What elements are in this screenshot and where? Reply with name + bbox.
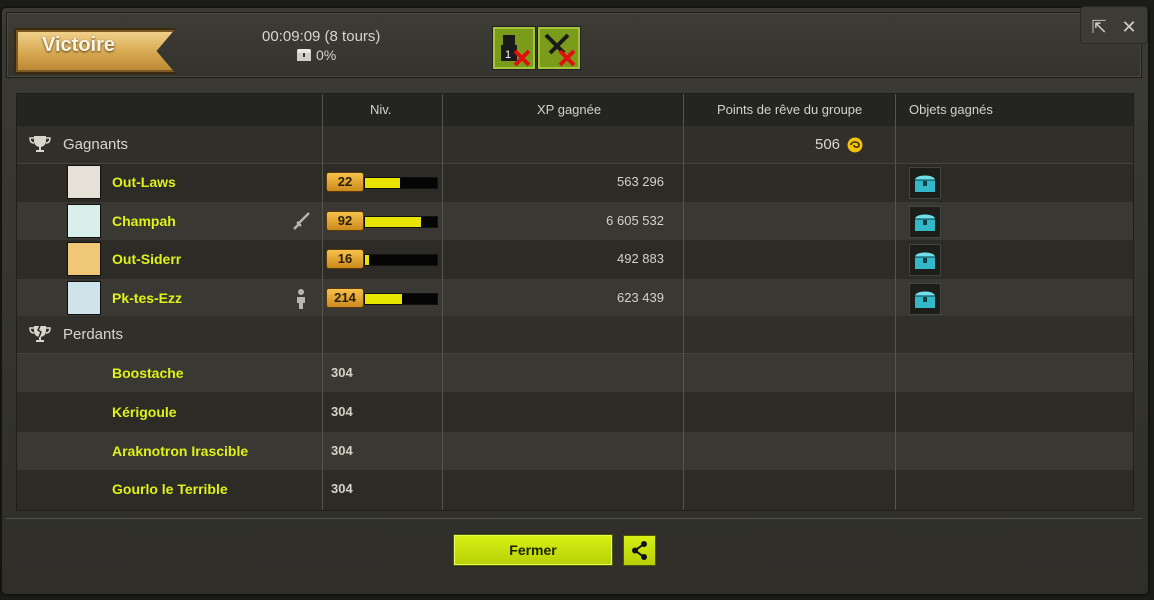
xp-progress-fill	[365, 293, 403, 304]
winners-label: Gagnants	[63, 136, 129, 153]
sword-icon	[293, 211, 310, 230]
chest-icon[interactable]	[909, 167, 941, 199]
chest-icon[interactable]	[909, 205, 941, 238]
player-avatar[interactable]	[67, 203, 101, 238]
xp-gained: 6 605 532	[606, 212, 664, 228]
col-level: Niv.	[370, 102, 392, 117]
column-divider	[683, 94, 684, 510]
level-badge: 92	[326, 210, 364, 231]
player-name[interactable]: Champah	[112, 202, 176, 240]
column-divider	[322, 94, 323, 510]
monster-name[interactable]: Kérigoule	[112, 393, 177, 431]
level-badge: 22	[326, 172, 364, 192]
column-divider	[895, 94, 896, 510]
xp-progress-fill	[365, 255, 370, 265]
monster-level: 304	[331, 403, 353, 419]
monster-name[interactable]: Gourlo le Terrible	[112, 470, 228, 508]
column-divider	[442, 94, 443, 510]
xp-gained: 623 439	[617, 289, 664, 305]
player-avatar[interactable]	[67, 165, 101, 199]
xp-progress-bar	[364, 215, 438, 228]
player-name[interactable]: Pk-tes-Ezz	[112, 279, 182, 317]
swords-cross-icon	[544, 33, 576, 67]
monster-name[interactable]: Boostache	[112, 354, 184, 392]
chest-small-icon	[297, 49, 311, 61]
results-table: Niv. XP gagnée Points de rêve du groupe …	[16, 93, 1134, 511]
player-name[interactable]: Out-Siderr	[112, 240, 181, 278]
footer-divider	[6, 518, 1142, 519]
winner-row: Champah 92 6 605 532	[17, 201, 1133, 240]
chest-icon[interactable]	[909, 282, 941, 315]
chest-icon[interactable]	[909, 244, 941, 276]
player-name[interactable]: Out-Laws	[112, 163, 176, 201]
share-button[interactable]	[623, 535, 656, 566]
close-button[interactable]: Fermer	[453, 534, 613, 566]
winners-section: Gagnants 506	[17, 126, 1133, 164]
person-icon	[297, 288, 305, 309]
monster-level: 304	[331, 365, 353, 380]
block-spectators-toggle[interactable]: 1	[492, 26, 536, 70]
result-title: Victoire	[42, 34, 115, 56]
player-avatar[interactable]	[67, 242, 101, 276]
player-avatar[interactable]	[67, 280, 101, 315]
loser-row: Boostache 304	[17, 354, 1133, 392]
winner-row: Out-Laws 22 563 296	[17, 163, 1133, 201]
window-controls: ⇱ ✕	[1080, 6, 1148, 44]
winner-row: Pk-tes-Ezz 214 623 439	[17, 278, 1133, 317]
losers-label: Perdants	[63, 326, 124, 343]
chest-percent: 0%	[316, 47, 337, 63]
monster-level: 304	[331, 442, 353, 458]
table-header: Niv. XP gagnée Points de rêve du groupe …	[17, 94, 1133, 127]
monster-name[interactable]: Araknotron Irascible	[112, 432, 248, 470]
col-dream-points: Points de rêve du groupe	[717, 102, 863, 117]
xp-gained: 492 883	[617, 251, 664, 266]
broken-trophy-icon	[29, 325, 51, 342]
xp-gained: 563 296	[617, 174, 664, 189]
fight-duration: 00:09:09 (8 tours)	[262, 28, 381, 45]
xp-progress-bar	[364, 177, 438, 189]
xp-progress-bar	[364, 254, 438, 266]
loser-row: Gourlo le Terrible 304	[17, 470, 1133, 508]
share-icon	[632, 541, 647, 560]
loser-row: Araknotron Irascible 304	[17, 431, 1133, 470]
monster-level: 304	[331, 481, 353, 497]
level-badge: 16	[326, 249, 364, 269]
winner-row: Out-Siderr 16 492 883	[17, 240, 1133, 278]
xp-progress-bar	[364, 292, 438, 305]
xp-progress-fill	[365, 216, 422, 227]
close-icon[interactable]: ✕	[1117, 15, 1141, 39]
dream-points-number: 506	[815, 136, 841, 153]
col-xp: XP gagnée	[537, 102, 602, 117]
col-items: Objets gagnés	[909, 102, 993, 117]
xp-progress-fill	[365, 178, 400, 188]
level-badge: 214	[326, 287, 364, 308]
losers-section: Perdants	[17, 316, 1133, 354]
trophy-icon	[29, 136, 51, 152]
block-fight-toggle[interactable]	[537, 26, 581, 70]
loser-row: Kérigoule 304	[17, 393, 1133, 431]
dream-points-value: 506	[815, 126, 864, 163]
lock-cross-icon: 1	[501, 35, 531, 67]
chest-progress: 0%	[296, 47, 336, 63]
dream-point-icon	[847, 137, 863, 152]
svg-text:1: 1	[505, 49, 511, 61]
detach-icon[interactable]: ⇱	[1087, 15, 1111, 39]
